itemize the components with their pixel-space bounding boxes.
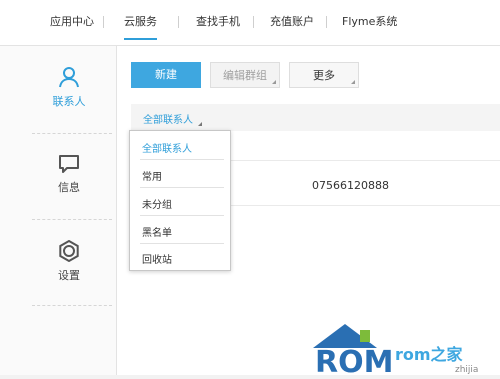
sidebar-item-label: 联系人 xyxy=(52,95,86,108)
nav-separator xyxy=(178,16,179,28)
sidebar-item-messages[interactable]: 信息 xyxy=(30,154,108,195)
svg-text:ROM: ROM xyxy=(315,345,393,375)
group-filter-select[interactable]: 全部联系人 xyxy=(143,111,202,126)
dropdown-separator xyxy=(140,215,224,216)
dropdown-separator xyxy=(140,159,224,160)
group-filter-label: 全部联系人 xyxy=(143,115,193,126)
new-button[interactable]: 新建 xyxy=(131,62,201,88)
dropdown-option-blacklist[interactable]: 黑名单 xyxy=(142,224,172,239)
sidebar-item-label: 设置 xyxy=(58,269,80,282)
sidebar-divider xyxy=(32,305,112,306)
dropdown-option-ungrouped[interactable]: 未分组 xyxy=(142,196,172,211)
sidebar-divider xyxy=(32,219,112,220)
chevron-down-icon xyxy=(198,122,202,126)
sidebar: 联系人 信息 设置 xyxy=(0,46,117,375)
more-label: 更多 xyxy=(313,69,335,82)
sidebar-item-label: 信息 xyxy=(58,181,80,194)
svg-text:zhijia: zhijia xyxy=(455,365,478,375)
dropdown-separator xyxy=(140,187,224,188)
sidebar-divider xyxy=(32,133,112,134)
nav-cloud-service[interactable]: 云服务 xyxy=(124,15,157,40)
nav-separator xyxy=(103,16,104,28)
dropdown-option-frequent[interactable]: 常用 xyxy=(142,168,162,183)
more-button[interactable]: 更多 xyxy=(289,62,359,88)
person-icon xyxy=(59,67,79,88)
watermark: ROM rom之家 zhijia xyxy=(305,320,500,379)
dropdown-option-recycle-bin[interactable]: 回收站 xyxy=(142,251,172,266)
svg-text:rom之家: rom之家 xyxy=(395,345,464,364)
nav-app-center[interactable]: 应用中心 xyxy=(50,15,94,35)
rom-home-logo-icon: ROM rom之家 zhijia xyxy=(313,324,478,379)
sidebar-item-contacts[interactable]: 联系人 xyxy=(30,66,108,109)
group-filter-dropdown: 全部联系人 常用 未分组 黑名单 回收站 xyxy=(129,130,231,271)
nav-separator xyxy=(326,16,327,28)
nav-find-phone[interactable]: 查找手机 xyxy=(196,15,240,35)
nav-flyme-system[interactable]: Flyme系统 xyxy=(342,15,397,35)
dropdown-separator xyxy=(140,243,224,244)
message-icon xyxy=(59,155,79,173)
top-nav: 应用中心 云服务 查找手机 充值账户 Flyme系统 xyxy=(0,0,500,46)
corner-arrow-icon xyxy=(351,80,355,84)
sidebar-item-settings[interactable]: 设置 xyxy=(30,240,108,283)
edit-group-button[interactable]: 编辑群组 xyxy=(210,62,280,88)
filter-bar: 全部联系人 xyxy=(131,104,500,131)
gear-icon xyxy=(59,240,79,262)
corner-arrow-icon xyxy=(272,80,276,84)
nav-separator xyxy=(253,16,254,28)
dropdown-option-all-contacts[interactable]: 全部联系人 xyxy=(142,140,192,155)
contact-phone[interactable]: 07566120888 xyxy=(312,179,389,192)
edit-group-label: 编辑群组 xyxy=(223,69,267,82)
nav-recharge-account[interactable]: 充值账户 xyxy=(270,15,314,35)
